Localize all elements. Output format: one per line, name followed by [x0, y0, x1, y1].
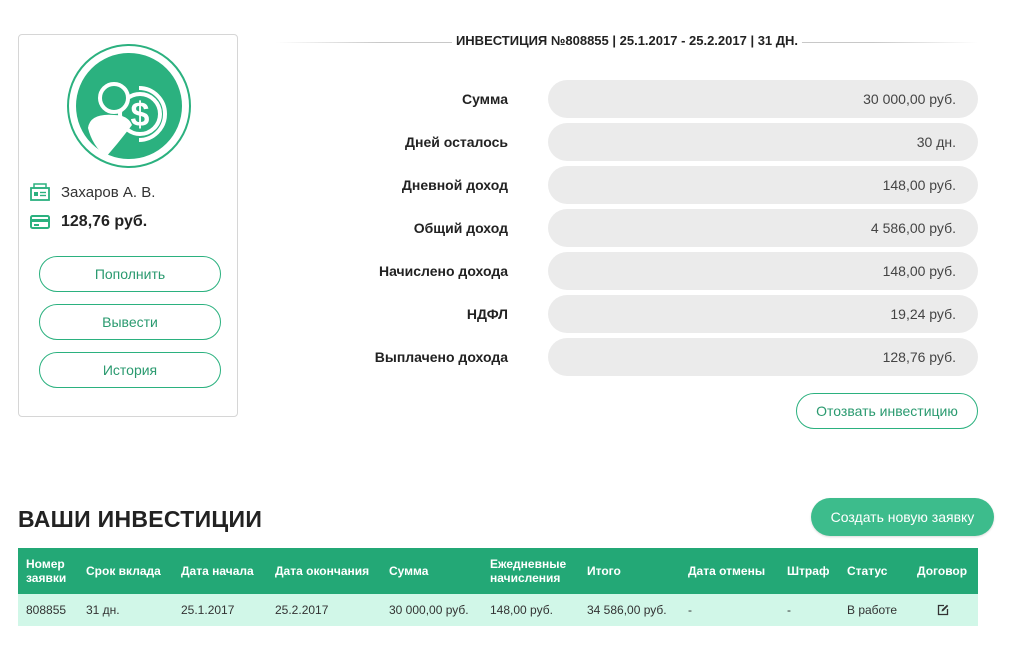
detail-value: 4 586,00 руб. [548, 209, 978, 247]
profile-card: $ Захаров А. В. 128,76 руб. Пополнить Вы… [18, 34, 238, 417]
detail-value: 148,00 руб. [548, 166, 978, 204]
detail-label: Дней осталось [405, 134, 508, 150]
detail-label: Выплачено дохода [374, 349, 508, 365]
column-header: Номер заявки [26, 557, 67, 585]
column-header: Срок вклада [86, 564, 161, 578]
column-header: Дата окончания [275, 564, 370, 578]
history-button[interactable]: История [39, 352, 221, 388]
column-header: Ежедневные начисления [490, 557, 567, 585]
detail-row-daily-income: Дневной доход 148,00 руб. [300, 166, 978, 204]
investment-header: ИНВЕСТИЦИЯ №808855 | 25.1.2017 - 25.2.20… [276, 32, 978, 54]
table-cell: 25.2.2017 [275, 603, 329, 617]
table-header: Номер заявки Срок вклада Дата начала Дат… [18, 548, 978, 594]
withdraw-button[interactable]: Вывести [39, 304, 221, 340]
table-cell: 34 586,00 руб. [587, 603, 667, 617]
table-cell: 25.1.2017 [181, 603, 235, 617]
balance-row: 128,76 руб. [29, 213, 147, 231]
table-cell: 31 дн. [86, 603, 120, 617]
detail-row-accrued: Начислено дохода 148,00 руб. [300, 252, 978, 290]
investor-name-row: Захаров А. В. [29, 183, 155, 201]
detail-label: Начислено дохода [378, 263, 508, 279]
id-card-icon [29, 183, 51, 201]
detail-value: 30 000,00 руб. [548, 80, 978, 118]
detail-label: Сумма [461, 91, 508, 107]
credit-card-icon [29, 213, 51, 231]
detail-label: Общий доход [413, 220, 508, 236]
column-header: Сумма [389, 564, 429, 578]
column-header: Дата начала [181, 564, 254, 578]
table-cell [909, 594, 978, 626]
detail-value: 148,00 руб. [548, 252, 978, 290]
detail-value: 30 дн. [548, 123, 978, 161]
table-cell: В работе [847, 603, 898, 617]
withdraw-investment-button[interactable]: Отозвать инвестицию [796, 393, 978, 429]
table-cell: 148,00 руб. [490, 603, 553, 617]
column-header: Договор [917, 564, 968, 578]
investments-table: Номер заявки Срок вклада Дата начала Дат… [18, 548, 978, 626]
detail-value: 128,76 руб. [548, 338, 978, 376]
table-cell: 808855 [26, 603, 67, 617]
edit-icon[interactable] [937, 604, 949, 616]
table-cell: - [787, 603, 791, 617]
table-cell: - [688, 603, 692, 617]
svg-text:$: $ [131, 96, 150, 134]
column-header: Дата отмены [688, 564, 766, 578]
detail-label: Дневной доход [401, 177, 508, 193]
detail-row-amount: Сумма 30 000,00 руб. [300, 80, 978, 118]
account-balance: 128,76 руб. [61, 213, 148, 230]
investor-avatar-icon: $ [66, 43, 192, 169]
column-header: Статус [847, 564, 888, 578]
detail-row-tax: НДФЛ 19,24 руб. [300, 295, 978, 333]
column-header: Итого [587, 564, 621, 578]
detail-row-total-income: Общий доход 4 586,00 руб. [300, 209, 978, 247]
investments-section-title: ВАШИ ИНВЕСТИЦИИ [18, 506, 263, 532]
investor-name: Захаров А. В. [61, 183, 156, 201]
detail-row-days-left: Дней осталось 30 дн. [300, 123, 978, 161]
column-header: Штраф [787, 564, 830, 578]
create-request-button[interactable]: Создать новую заявку [811, 498, 994, 536]
table-row[interactable]: 808855 31 дн. 25.1.2017 25.2.2017 30 000… [18, 594, 978, 626]
deposit-button[interactable]: Пополнить [39, 256, 221, 292]
detail-label: НДФЛ [466, 306, 508, 322]
investment-title: ИНВЕСТИЦИЯ №808855 | 25.1.2017 - 25.2.20… [451, 33, 803, 48]
table-cell: 30 000,00 руб. [389, 603, 469, 617]
detail-value: 19,24 руб. [548, 295, 978, 333]
detail-row-paid: Выплачено дохода 128,76 руб. [300, 338, 978, 376]
